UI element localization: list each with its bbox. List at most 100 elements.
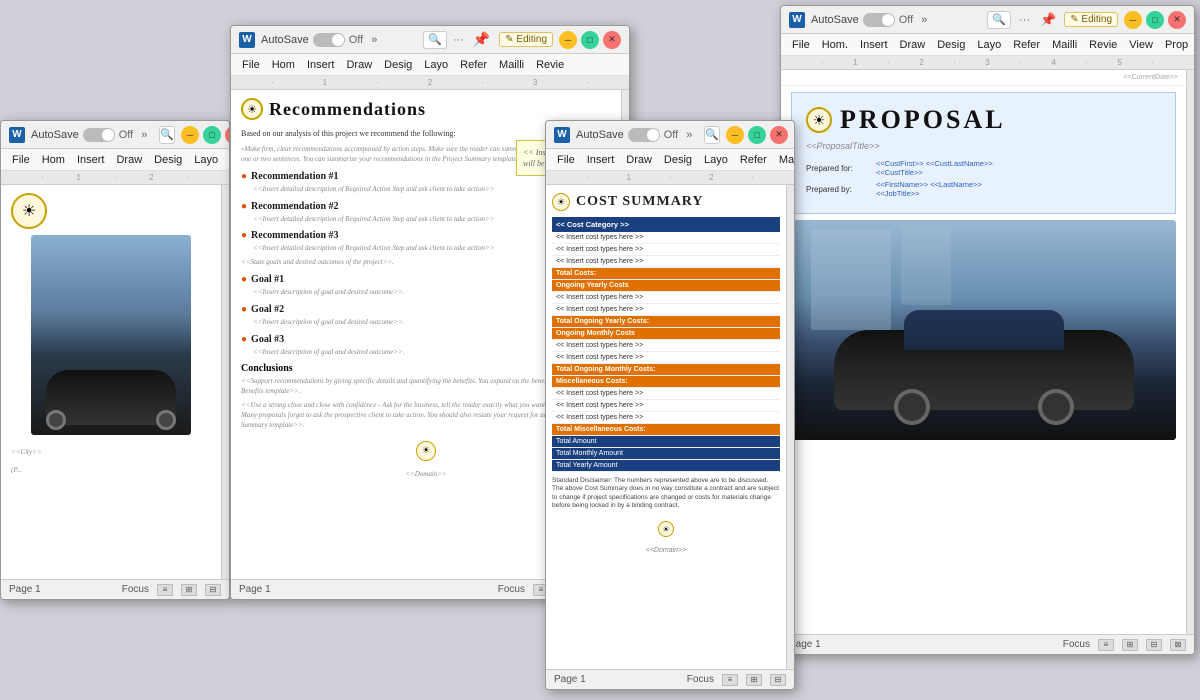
close-btn-win2[interactable]: ✕: [603, 31, 621, 49]
menu-review-win4[interactable]: Revie: [1084, 38, 1122, 52]
menu-home-win2[interactable]: Hom: [267, 58, 300, 72]
expand-win1[interactable]: »: [141, 129, 147, 141]
autosave-label-win4: AutoSave: [811, 14, 859, 26]
logo-win2: ☀: [241, 98, 263, 120]
cost-row-2: << Insert cost types here >>: [552, 244, 780, 256]
view2-icon-win3[interactable]: ⊞: [746, 674, 762, 686]
autosave-toggle-win3[interactable]: [628, 128, 660, 142]
autosave-toggle-win4[interactable]: [863, 13, 895, 27]
menu-insert-win1[interactable]: Insert: [72, 153, 110, 167]
view2-icon-win1[interactable]: ⊞: [181, 584, 197, 596]
autosave-label-win2: AutoSave: [261, 34, 309, 46]
titlebar-win2: W AutoSave Off » 🔍 ··· 📌 ✎ Editing ─ □ ✕: [231, 26, 629, 54]
search-win4[interactable]: 🔍: [987, 11, 1011, 29]
autosave-toggle-win1[interactable]: [83, 128, 115, 142]
minimize-btn-win1[interactable]: ─: [181, 126, 199, 144]
menu-maill-win4[interactable]: Mailli: [1047, 38, 1082, 52]
doc-area-win4: <<CurrentDate>> ☀ Proposal <<ProposalTit…: [781, 70, 1194, 634]
cost-row-1: << Insert cost types here >>: [552, 232, 780, 244]
view3-icon-win4[interactable]: ⊟: [1146, 639, 1162, 651]
menu-file-win4[interactable]: File: [787, 38, 815, 52]
view1-icon-win4[interactable]: ≡: [1098, 639, 1114, 651]
pin-icon-win2[interactable]: 📌: [470, 31, 493, 48]
maximize-btn-win3[interactable]: □: [748, 126, 766, 144]
menu-draw-win3[interactable]: Draw: [621, 153, 657, 167]
menu-home-win4[interactable]: Hom.: [817, 38, 853, 52]
scrollbar-win4[interactable]: [1186, 70, 1194, 634]
proposal-title-field-win4: <<ProposalTitle>>: [806, 141, 1161, 151]
window-proposal[interactable]: W AutoSave Off » 🔍 ··· 📌 ✎ Editing ─ □ ✕…: [780, 5, 1195, 655]
close-btn-win4[interactable]: ✕: [1168, 11, 1186, 29]
menu-file-win2[interactable]: File: [237, 58, 265, 72]
minimize-btn-win3[interactable]: ─: [726, 126, 744, 144]
window-cost-summary[interactable]: W AutoSave Off » 🔍 ─ □ ✕ File Insert Dra…: [545, 120, 795, 690]
view3-icon-win3[interactable]: ⊟: [770, 674, 786, 686]
maximize-btn-win2[interactable]: □: [581, 31, 599, 49]
minimize-btn-win2[interactable]: ─: [559, 31, 577, 49]
menu-prop-win4[interactable]: Prop: [1160, 38, 1193, 52]
editing-btn-win2[interactable]: ✎ Editing: [499, 32, 553, 47]
menu-design-win3[interactable]: Desig: [659, 153, 697, 167]
total-misc-row: Total Miscellaneous Costs:: [552, 424, 780, 436]
prepared-by-val-win4: <<FirstName>> <<LastName>>: [876, 180, 982, 189]
menu-design-win2[interactable]: Desig: [379, 58, 417, 72]
view2-icon-win4[interactable]: ⊞: [1122, 639, 1138, 651]
autosave-toggle-win2[interactable]: [313, 33, 345, 47]
menu-references-win3[interactable]: Refer: [735, 153, 772, 167]
word-logo-win3: W: [554, 127, 570, 143]
menu-mailings-win3[interactable]: Mailli: [774, 153, 795, 167]
editing-btn-win4[interactable]: ✎ Editing: [1064, 12, 1118, 27]
minimize-btn-win4[interactable]: ─: [1124, 11, 1142, 29]
expand-win3[interactable]: »: [686, 129, 692, 141]
menu-layout-win1[interactable]: Layo: [189, 153, 223, 167]
more-btn-win4[interactable]: ···: [1017, 14, 1032, 26]
menu-design-win1[interactable]: Desig: [149, 153, 187, 167]
view4-icon-win4[interactable]: ⊠: [1170, 639, 1186, 651]
scrollbar-win1[interactable]: [221, 185, 229, 579]
expand-win2[interactable]: »: [371, 34, 377, 46]
view3-icon-win1[interactable]: ⊟: [205, 584, 221, 596]
menu-layout-win4[interactable]: Layo: [972, 38, 1006, 52]
menu-references-win2[interactable]: Refer: [455, 58, 492, 72]
titlebar-win3: W AutoSave Off » 🔍 ─ □ ✕: [546, 121, 794, 149]
menu-file-win1[interactable]: File: [7, 153, 35, 167]
maximize-btn-win1[interactable]: □: [203, 126, 221, 144]
ruler-win2: ·1·2·3·: [231, 76, 629, 90]
menu-review-win2[interactable]: Revie: [531, 58, 569, 72]
word-logo-win2: W: [239, 32, 255, 48]
menu-view-win4[interactable]: View: [1124, 38, 1158, 52]
focus-label-win4: Focus: [1063, 639, 1090, 650]
menu-file-win3[interactable]: File: [552, 153, 580, 167]
more-btn-win2[interactable]: ···: [453, 34, 464, 46]
pin-icon-win4[interactable]: 📌: [1038, 12, 1058, 28]
summary-row-3: Total Yearly Amount: [552, 460, 780, 472]
search-win2[interactable]: 🔍: [423, 31, 447, 49]
logo-win3: ☀: [552, 193, 570, 211]
total-monthly-row: Total Ongoing Monthly Costs:: [552, 364, 780, 376]
menu-layout-win3[interactable]: Layo: [699, 153, 733, 167]
menu-refer-win4[interactable]: Refer: [1008, 38, 1045, 52]
total-costs-row: Total Costs:: [552, 268, 780, 280]
menu-design-win4[interactable]: Desig: [932, 38, 970, 52]
close-btn-win3[interactable]: ✕: [770, 126, 788, 144]
menu-home-win1[interactable]: Hom: [37, 153, 70, 167]
maximize-btn-win4[interactable]: □: [1146, 11, 1164, 29]
footer-win3: ☀ <<Domain>>: [552, 519, 780, 558]
menu-layout-win2[interactable]: Layo: [419, 58, 453, 72]
menu-insert-win2[interactable]: Insert: [302, 58, 340, 72]
search-win3[interactable]: 🔍: [704, 126, 720, 144]
menu-mailings-win2[interactable]: Mailli: [494, 58, 529, 72]
view-icon-win1[interactable]: ≡: [157, 584, 173, 596]
search-win1[interactable]: 🔍: [159, 126, 175, 144]
menu-insert-win4[interactable]: Insert: [855, 38, 893, 52]
menu-draw-win1[interactable]: Draw: [111, 153, 147, 167]
car-image-win1: [31, 235, 191, 435]
menu-draw-win4[interactable]: Draw: [895, 38, 931, 52]
menu-draw-win2[interactable]: Draw: [341, 58, 377, 72]
view1-icon-win3[interactable]: ≡: [722, 674, 738, 686]
window-left-doc[interactable]: W AutoSave Off » 🔍 ─ □ ✕ File Hom Insert…: [0, 120, 230, 600]
ruler-win1: ·1·2·: [1, 171, 229, 185]
expand-win4[interactable]: »: [921, 14, 927, 26]
menu-insert-win3[interactable]: Insert: [582, 153, 620, 167]
scrollbar-win3[interactable]: [786, 185, 794, 669]
